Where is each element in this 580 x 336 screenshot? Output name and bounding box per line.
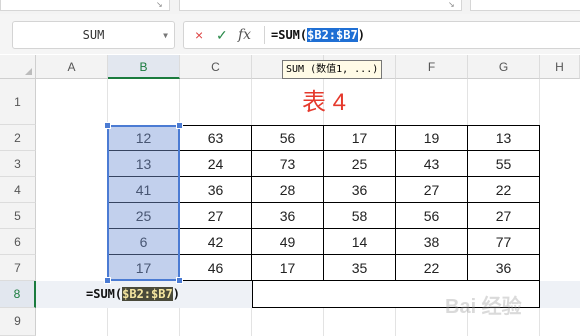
column-header-b[interactable]: B bbox=[108, 55, 180, 79]
edit-formula-ref: $B2:$B7 bbox=[122, 287, 173, 301]
cell-e5[interactable]: 58 bbox=[324, 203, 396, 229]
cell-f3[interactable]: 43 bbox=[396, 151, 468, 177]
row-header-8[interactable]: 8 bbox=[0, 281, 36, 308]
chevron-down-icon[interactable]: ▼ bbox=[163, 31, 168, 40]
cell-d6[interactable]: 49 bbox=[252, 229, 324, 255]
formula-input[interactable]: =SUM($B2:$B7) bbox=[271, 26, 365, 44]
cell-f2[interactable]: 19 bbox=[396, 125, 468, 151]
column-header-c[interactable]: C bbox=[180, 55, 252, 79]
ribbon-group-box bbox=[470, 0, 580, 11]
select-all-corner[interactable] bbox=[0, 55, 36, 79]
ribbon-group-box bbox=[0, 0, 170, 11]
ribbon-group-box bbox=[179, 0, 462, 11]
ribbon-strip: ↘ ↘ bbox=[0, 0, 580, 15]
cell-f4[interactable]: 27 bbox=[396, 177, 468, 203]
cell-e3[interactable]: 25 bbox=[324, 151, 396, 177]
row-header-2[interactable]: 2 bbox=[0, 125, 36, 151]
sheet-title: 表 4 bbox=[301, 89, 346, 116]
column-header-g[interactable]: G bbox=[468, 55, 540, 79]
cell-e2[interactable]: 17 bbox=[324, 125, 396, 151]
cell-e7[interactable]: 35 bbox=[324, 255, 396, 281]
row-header-3[interactable]: 3 bbox=[0, 151, 36, 177]
cell-d4[interactable]: 28 bbox=[252, 177, 324, 203]
edit-formula-prefix: =SUM( bbox=[86, 287, 123, 301]
cell-b8-editor[interactable]: =SUM($B2:$B7) bbox=[36, 281, 252, 308]
formula-selected-ref: $B2:$B7 bbox=[307, 28, 358, 42]
cell-g7[interactable]: 36 bbox=[468, 255, 540, 281]
row-header-4[interactable]: 4 bbox=[0, 177, 36, 203]
cell-f6[interactable]: 38 bbox=[396, 229, 468, 255]
corner-triangle-icon bbox=[25, 68, 32, 75]
row-header-1[interactable]: 1 bbox=[0, 79, 36, 125]
column-header-f[interactable]: F bbox=[396, 55, 468, 79]
cell-g5[interactable]: 27 bbox=[468, 203, 540, 229]
cell-c2[interactable]: 63 bbox=[180, 125, 252, 151]
selected-range-b2-b7[interactable] bbox=[107, 125, 180, 281]
row-header-6[interactable]: 6 bbox=[0, 229, 36, 255]
cell-f5[interactable]: 56 bbox=[396, 203, 468, 229]
column-header-h[interactable]: H bbox=[540, 55, 580, 79]
cancel-icon[interactable]: × bbox=[195, 25, 203, 45]
cell-e4[interactable]: 36 bbox=[324, 177, 396, 203]
row-header-5[interactable]: 5 bbox=[0, 203, 36, 229]
resize-handle[interactable] bbox=[176, 122, 183, 129]
dialog-launcher-icon[interactable]: ↘ bbox=[156, 0, 163, 10]
row-header-7[interactable]: 7 bbox=[0, 255, 36, 281]
cell-g6[interactable]: 77 bbox=[468, 229, 540, 255]
formula-prefix: =SUM( bbox=[271, 28, 308, 42]
formula-suffix: ) bbox=[357, 28, 365, 42]
divider bbox=[264, 26, 265, 44]
edit-formula-suffix: ) bbox=[172, 287, 180, 301]
insert-function-icon[interactable]: fx bbox=[238, 25, 251, 45]
cell-c5[interactable]: 27 bbox=[180, 203, 252, 229]
name-box-value: SUM bbox=[82, 28, 105, 42]
cell-d7[interactable]: 17 bbox=[252, 255, 324, 281]
dialog-launcher-icon[interactable]: ↘ bbox=[448, 0, 455, 10]
resize-handle[interactable] bbox=[104, 122, 111, 129]
formula-bar: SUM ▼ × ✓ fx =SUM($B2:$B7) bbox=[0, 14, 580, 54]
cell-d2[interactable]: 56 bbox=[252, 125, 324, 151]
cell-g2[interactable]: 13 bbox=[468, 125, 540, 151]
enter-icon[interactable]: ✓ bbox=[216, 25, 228, 45]
cell-g4[interactable]: 22 bbox=[468, 177, 540, 203]
cell-f7[interactable]: 22 bbox=[396, 255, 468, 281]
column-header-a[interactable]: A bbox=[36, 55, 108, 79]
function-tooltip: SUM (数值1, ...) bbox=[282, 60, 383, 79]
watermark: Bai 经验 bbox=[445, 296, 522, 318]
name-box[interactable]: SUM ▼ bbox=[12, 21, 175, 49]
cell-e6[interactable]: 14 bbox=[324, 229, 396, 255]
cell-g3[interactable]: 55 bbox=[468, 151, 540, 177]
formula-input-area: × ✓ fx =SUM($B2:$B7) bbox=[183, 21, 580, 49]
cell-c6[interactable]: 42 bbox=[180, 229, 252, 255]
cell-d5[interactable]: 36 bbox=[252, 203, 324, 229]
cell-c7[interactable]: 46 bbox=[180, 255, 252, 281]
cell-d3[interactable]: 73 bbox=[252, 151, 324, 177]
cell-c4[interactable]: 36 bbox=[180, 177, 252, 203]
row-header-9[interactable]: 9 bbox=[0, 308, 36, 336]
cell-c3[interactable]: 24 bbox=[180, 151, 252, 177]
